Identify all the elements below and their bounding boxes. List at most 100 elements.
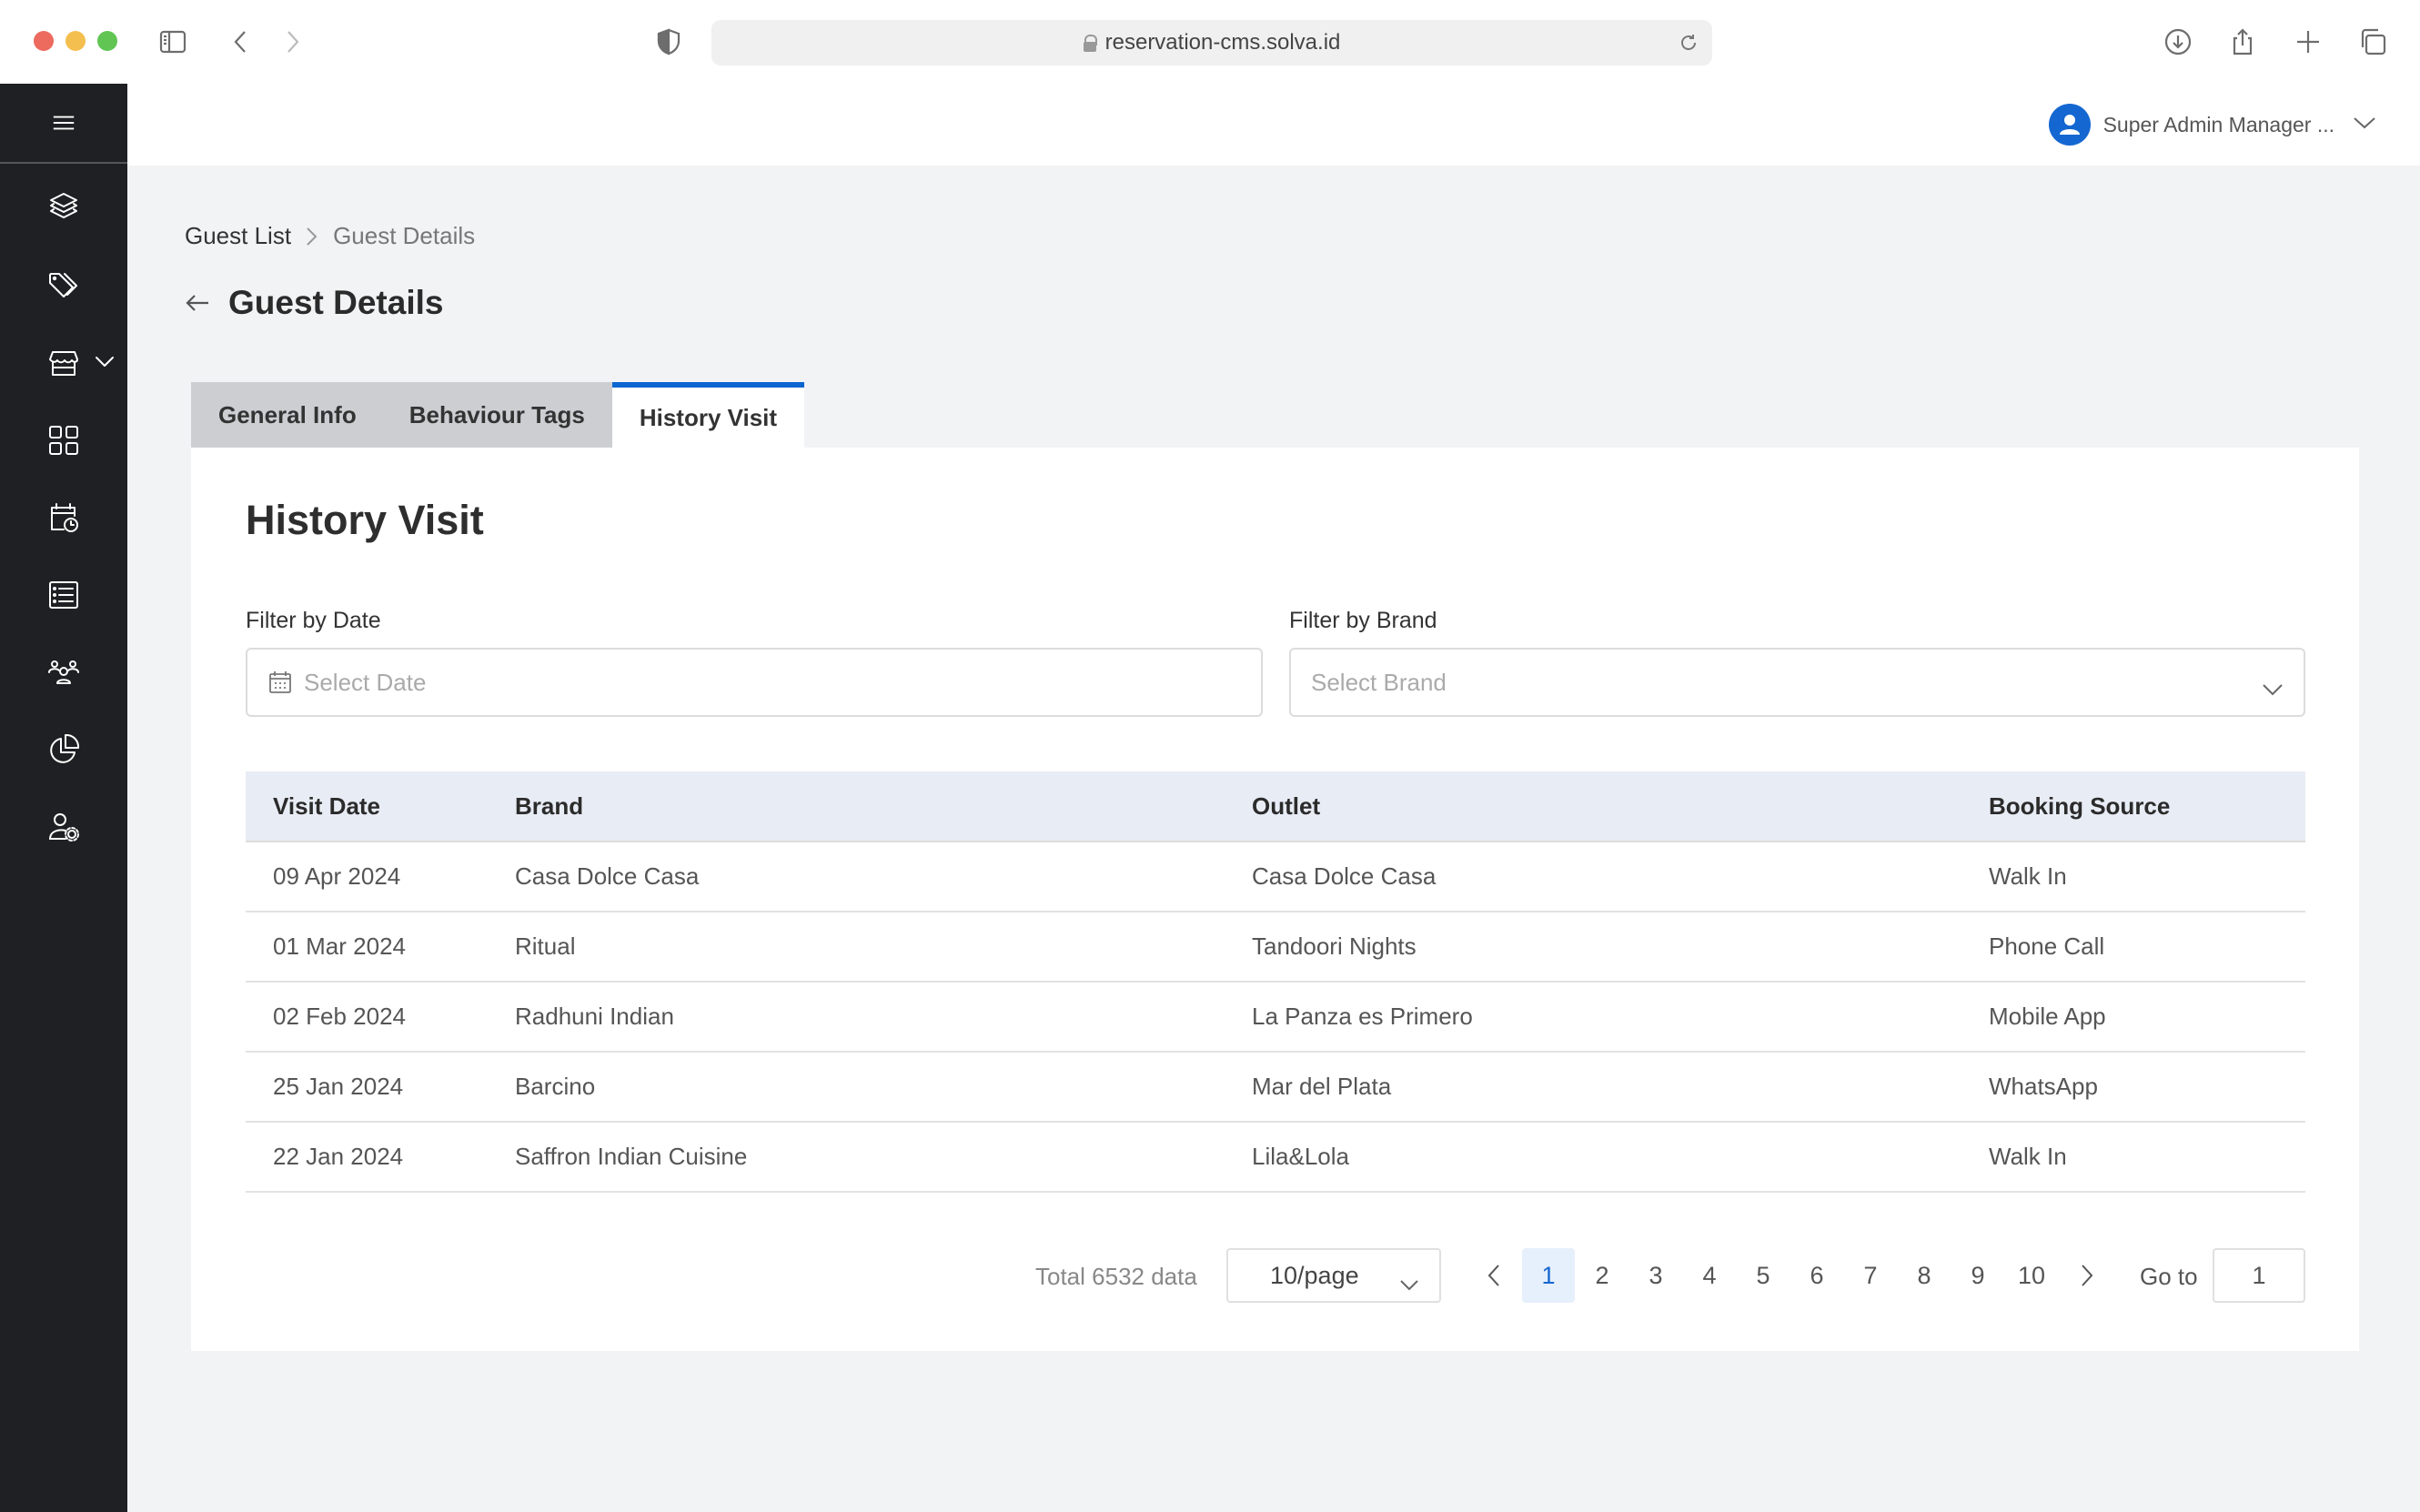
download-icon[interactable] [2162, 25, 2194, 58]
minimize-window-button[interactable] [66, 31, 86, 51]
chevron-left-icon [1487, 1265, 1499, 1286]
booking-source-cell: Walk In [1989, 1122, 2305, 1193]
tabs-overview-icon[interactable] [2356, 25, 2389, 58]
brand-cell: Ritual [515, 912, 1252, 983]
brand-cell: Radhuni Indian [515, 982, 1252, 1053]
tab-history-visit[interactable]: History Visit [611, 382, 805, 448]
booking-source-cell: Mobile App [1989, 982, 2305, 1053]
sidebar [0, 84, 127, 1512]
table-row: 09 Apr 2024 Casa Dolce Casa Casa Dolce C… [246, 842, 2305, 912]
brand-cell: Casa Dolce Casa [515, 842, 1252, 912]
visit-date-cell: 25 Jan 2024 [246, 1052, 515, 1123]
back-button[interactable] [185, 289, 212, 317]
sidebar-item-list[interactable] [0, 568, 127, 622]
sidebar-item-reservations[interactable] [0, 490, 127, 545]
page-button-5[interactable]: 5 [1737, 1248, 1790, 1303]
sidebar-item-store[interactable] [0, 336, 127, 390]
page-button-2[interactable]: 2 [1576, 1248, 1628, 1303]
page-button-1[interactable]: 1 [1522, 1248, 1575, 1303]
address-bar[interactable]: reservation-cms.solva.id [711, 20, 1712, 66]
goto-label: Go to [2140, 1263, 2198, 1290]
breadcrumb: Guest List Guest Details [185, 222, 475, 250]
table-header-row: Visit Date Brand Outlet Booking Source [246, 771, 2305, 842]
chevron-down-icon [2262, 675, 2284, 703]
page-button-8[interactable]: 8 [1898, 1248, 1951, 1303]
page-button-7[interactable]: 7 [1844, 1248, 1897, 1303]
page-header: Guest Details [185, 284, 443, 322]
page-button-4[interactable]: 4 [1683, 1248, 1736, 1303]
maximize-window-button[interactable] [97, 31, 117, 51]
prev-page-button[interactable] [1483, 1261, 1505, 1290]
back-icon[interactable] [225, 25, 257, 58]
booking-source-cell: WhatsApp [1989, 1052, 2305, 1123]
filter-date-label: Filter by Date [246, 608, 381, 633]
date-filter-input[interactable]: Select Date [246, 648, 1263, 717]
chevron-down-icon [2353, 116, 2376, 135]
page-button-9[interactable]: 9 [1951, 1248, 2004, 1303]
url-text: reservation-cms.solva.id [1104, 30, 1341, 55]
page-button-3[interactable]: 3 [1629, 1248, 1682, 1303]
close-window-button[interactable] [34, 31, 54, 51]
chevron-down-icon [95, 356, 114, 368]
user-settings-icon [49, 813, 79, 842]
grid-icon [49, 426, 78, 455]
forward-icon[interactable] [276, 25, 308, 58]
chevron-right-icon [2082, 1265, 2093, 1286]
page-size-select[interactable]: 10/page [1226, 1248, 1441, 1303]
outlet-cell: Mar del Plata [1252, 1052, 1989, 1123]
sidebar-toggle-icon[interactable] [156, 25, 189, 58]
sidebar-menu-toggle[interactable] [0, 84, 127, 164]
breadcrumb-guest-list[interactable]: Guest List [185, 222, 291, 250]
shield-icon[interactable] [652, 25, 685, 58]
user-icon [2059, 115, 2080, 135]
layers-icon [50, 193, 77, 218]
chevron-down-icon [1399, 1270, 1419, 1298]
tab-behaviour-tags[interactable]: Behaviour Tags [382, 382, 612, 448]
outlet-cell: Lila&Lola [1252, 1122, 1989, 1193]
goto-page-input[interactable]: 1 [2213, 1248, 2305, 1303]
section-title: History Visit [246, 497, 484, 543]
visit-date-cell: 09 Apr 2024 [246, 842, 515, 912]
column-header-visit-date: Visit Date [246, 771, 515, 842]
new-tab-icon[interactable] [2292, 25, 2324, 58]
sidebar-item-dashboard[interactable] [0, 413, 127, 468]
history-visit-card: History Visit Filter by Date Select Date… [191, 448, 2359, 1351]
visit-date-cell: 02 Feb 2024 [246, 982, 515, 1053]
column-header-brand: Brand [515, 771, 1252, 842]
visit-date-cell: 01 Mar 2024 [246, 912, 515, 983]
store-icon [49, 351, 78, 376]
sidebar-item-layers[interactable] [0, 180, 127, 235]
page-button-6[interactable]: 6 [1790, 1248, 1843, 1303]
brand-cell: Saffron Indian Cuisine [515, 1122, 1252, 1193]
brand-filter-select[interactable]: Select Brand [1289, 648, 2305, 717]
tab-general-info[interactable]: General Info [191, 382, 382, 448]
outlet-cell: Casa Dolce Casa [1252, 842, 1989, 912]
visit-date-cell: 22 Jan 2024 [246, 1122, 515, 1193]
menu-icon [53, 116, 75, 130]
user-menu[interactable]: Super Admin Manager ... [2048, 104, 2376, 146]
filter-brand-label: Filter by Brand [1289, 608, 1437, 633]
sidebar-item-user-management[interactable] [0, 800, 127, 854]
calendar-clock-icon [51, 503, 78, 532]
share-icon[interactable] [2226, 25, 2259, 58]
column-header-outlet: Outlet [1252, 771, 1989, 842]
column-header-booking-source: Booking Source [1989, 771, 2305, 842]
booking-source-cell: Phone Call [1989, 912, 2305, 983]
calendar-icon [267, 670, 293, 695]
sidebar-item-guests[interactable] [0, 645, 127, 700]
page-size-value: 10/page [1270, 1261, 1359, 1289]
reload-icon[interactable] [1678, 32, 1699, 54]
table-row: 02 Feb 2024 Radhuni Indian La Panza es P… [246, 982, 2305, 1053]
lock-icon [1083, 35, 1097, 52]
user-name: Super Admin Manager ... [2102, 112, 2334, 136]
total-count: Total 6532 data [1035, 1263, 1197, 1290]
page-button-10[interactable]: 10 [2005, 1248, 2058, 1303]
next-page-button[interactable] [2076, 1261, 2098, 1290]
sidebar-item-reports[interactable] [0, 722, 127, 777]
table-row: 01 Mar 2024 Ritual Tandoori Nights Phone… [246, 912, 2305, 983]
sidebar-item-tags[interactable] [0, 257, 127, 312]
date-filter-placeholder: Select Date [304, 668, 427, 696]
history-visit-table: Visit Date Brand Outlet Booking Source 0… [246, 771, 2305, 1193]
table-row: 22 Jan 2024 Saffron Indian Cuisine Lila&… [246, 1122, 2305, 1193]
avatar [2048, 104, 2091, 146]
